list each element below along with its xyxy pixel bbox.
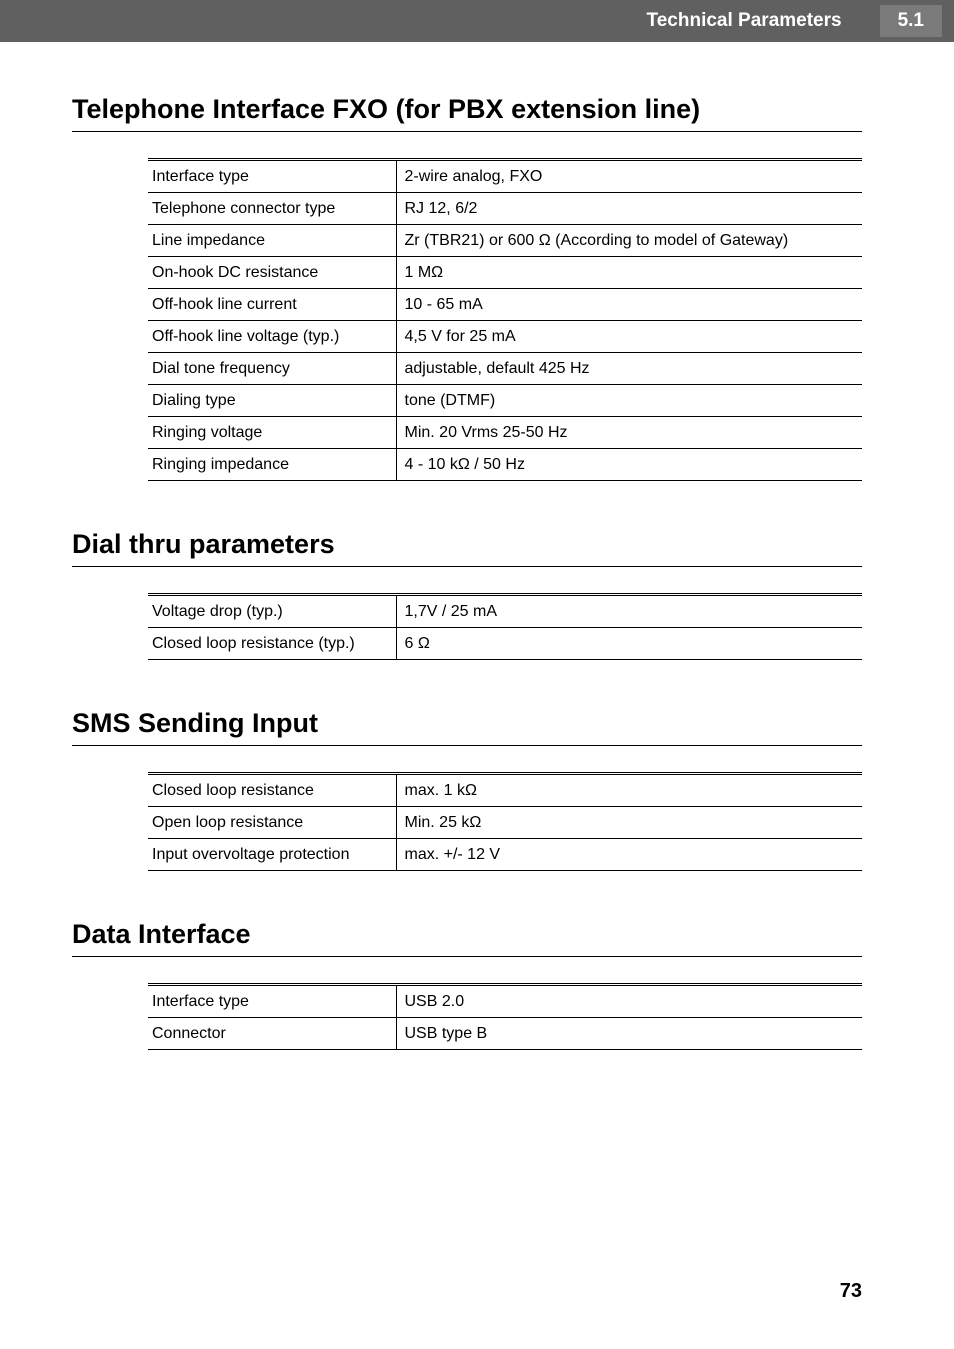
spec-table: Interface type2-wire analog, FXO Telepho… xyxy=(148,158,862,481)
table-row: Open loop resistanceMin. 25 kΩ xyxy=(148,807,862,839)
spec-label: Ringing voltage xyxy=(148,417,396,449)
spec-value: 6 Ω xyxy=(396,628,862,660)
spec-label: Off-hook line current xyxy=(148,289,396,321)
spec-value: 4 - 10 kΩ / 50 Hz xyxy=(396,449,862,481)
spec-label: Interface type xyxy=(148,160,396,193)
table-row: Ringing voltageMin. 20 Vrms 25-50 Hz xyxy=(148,417,862,449)
spec-label: Open loop resistance xyxy=(148,807,396,839)
table-row: Interface typeUSB 2.0 xyxy=(148,985,862,1018)
section-heading: Dial thru parameters xyxy=(72,529,862,567)
spec-value: RJ 12, 6/2 xyxy=(396,193,862,225)
table-row: Dial tone frequencyadjustable, default 4… xyxy=(148,353,862,385)
spec-label: Interface type xyxy=(148,985,396,1018)
spec-value: Min. 25 kΩ xyxy=(396,807,862,839)
spec-label: Ringing impedance xyxy=(148,449,396,481)
spec-table: Voltage drop (typ.)1,7V / 25 mA Closed l… xyxy=(148,593,862,660)
spec-label: Line impedance xyxy=(148,225,396,257)
spec-value: 4,5 V for 25 mA xyxy=(396,321,862,353)
spec-value: USB type B xyxy=(396,1018,862,1050)
spec-table: Interface typeUSB 2.0 ConnectorUSB type … xyxy=(148,983,862,1050)
table-row: Closed loop resistance (typ.)6 Ω xyxy=(148,628,862,660)
table-row: Voltage drop (typ.)1,7V / 25 mA xyxy=(148,595,862,628)
table-row: On-hook DC resistance1 MΩ xyxy=(148,257,862,289)
section-heading: Data Interface xyxy=(72,919,862,957)
header-title: Technical Parameters xyxy=(647,10,842,32)
spec-label: On-hook DC resistance xyxy=(148,257,396,289)
spec-value: 1,7V / 25 mA xyxy=(396,595,862,628)
table-row: Closed loop resistancemax. 1 kΩ xyxy=(148,774,862,807)
spec-label: Input overvoltage protection xyxy=(148,839,396,871)
page-content: Telephone Interface FXO (for PBX extensi… xyxy=(0,94,954,1050)
spec-value: 2-wire analog, FXO xyxy=(396,160,862,193)
spec-label: Off-hook line voltage (typ.) xyxy=(148,321,396,353)
spec-value: USB 2.0 xyxy=(396,985,862,1018)
page-number: 73 xyxy=(840,1280,862,1303)
table-row: Off-hook line current10 - 65 mA xyxy=(148,289,862,321)
spec-value: 10 - 65 mA xyxy=(396,289,862,321)
spec-label: Voltage drop (typ.) xyxy=(148,595,396,628)
table-row: Ringing impedance4 - 10 kΩ / 50 Hz xyxy=(148,449,862,481)
spec-label: Dial tone frequency xyxy=(148,353,396,385)
header-section-number: 5.1 xyxy=(880,5,942,37)
header-bar: Technical Parameters 5.1 xyxy=(0,0,954,42)
spec-value: 1 MΩ xyxy=(396,257,862,289)
table-row: Off-hook line voltage (typ.)4,5 V for 25… xyxy=(148,321,862,353)
spec-value: tone (DTMF) xyxy=(396,385,862,417)
spec-label: Telephone connector type xyxy=(148,193,396,225)
spec-table: Closed loop resistancemax. 1 kΩ Open loo… xyxy=(148,772,862,871)
spec-label: Closed loop resistance xyxy=(148,774,396,807)
spec-value: max. +/- 12 V xyxy=(396,839,862,871)
section-heading: Telephone Interface FXO (for PBX extensi… xyxy=(72,94,862,132)
table-row: Dialing typetone (DTMF) xyxy=(148,385,862,417)
table-row: Interface type2-wire analog, FXO xyxy=(148,160,862,193)
table-row: ConnectorUSB type B xyxy=(148,1018,862,1050)
section-heading: SMS Sending Input xyxy=(72,708,862,746)
table-row: Line impedanceZr (TBR21) or 600 Ω (Accor… xyxy=(148,225,862,257)
spec-value: adjustable, default 425 Hz xyxy=(396,353,862,385)
table-row: Telephone connector typeRJ 12, 6/2 xyxy=(148,193,862,225)
spec-value: Min. 20 Vrms 25-50 Hz xyxy=(396,417,862,449)
spec-label: Dialing type xyxy=(148,385,396,417)
spec-label: Closed loop resistance (typ.) xyxy=(148,628,396,660)
table-row: Input overvoltage protectionmax. +/- 12 … xyxy=(148,839,862,871)
spec-value: max. 1 kΩ xyxy=(396,774,862,807)
spec-label: Connector xyxy=(148,1018,396,1050)
spec-value: Zr (TBR21) or 600 Ω (According to model … xyxy=(396,225,862,257)
